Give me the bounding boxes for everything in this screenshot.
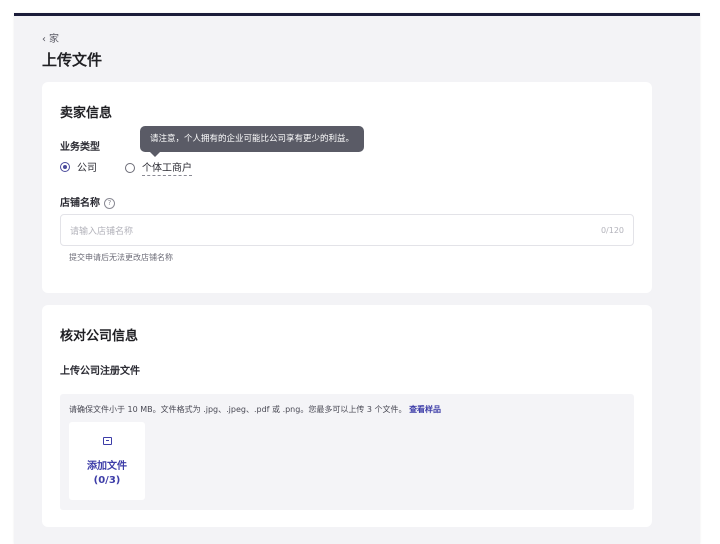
view-sample-link[interactable]: 查看样品 xyxy=(409,405,441,414)
chevron-left-icon: ‹ xyxy=(42,34,46,45)
back-label: 家 xyxy=(49,34,59,45)
upload-label: 上传公司注册文件 xyxy=(60,366,140,377)
upload-area: 请确保文件小于 10 MB。文件格式为 .jpg、.jpeg、.pdf 或 .p… xyxy=(60,394,634,510)
radio-individual-label: 个体工商户 xyxy=(142,159,192,176)
seller-info-title: 卖家信息 xyxy=(60,106,113,121)
business-type-label: 业务类型 xyxy=(60,142,100,153)
help-icon[interactable]: ? xyxy=(104,197,115,209)
individual-business-tooltip: 请注意，个人拥有的企业可能比公司享有更少的利益。 xyxy=(140,126,365,157)
store-name-input[interactable]: 请输入店铺名称 0/120 xyxy=(60,214,634,246)
store-name-hint: 提交申请后无法更改店铺名称 xyxy=(69,253,173,262)
radio-selected-icon xyxy=(60,161,70,172)
upload-note: 请确保文件小于 10 MB。文件格式为 .jpg、.jpeg、.pdf 或 .p… xyxy=(69,404,441,415)
add-file-label: 添加文件 xyxy=(87,460,127,472)
radio-company[interactable]: 公司 xyxy=(60,159,97,174)
upload-note-text: 请确保文件小于 10 MB。文件格式为 .jpg、.jpeg、.pdf 或 .p… xyxy=(69,405,407,414)
radio-company-label: 公司 xyxy=(77,163,97,174)
seller-info-card: 卖家信息 业务类型 请注意，个人拥有的企业可能比公司享有更少的利益。 公司 个体… xyxy=(42,82,652,293)
company-verify-title: 核对公司信息 xyxy=(60,329,139,344)
store-name-label: 店铺名称? xyxy=(60,194,115,209)
page-title: 上传文件 xyxy=(42,51,103,69)
store-name-label-text: 店铺名称 xyxy=(60,198,100,209)
radio-unselected-icon xyxy=(125,162,135,173)
add-file-count: (0/3) xyxy=(93,474,121,486)
char-counter: 0/120 xyxy=(600,225,624,235)
image-icon xyxy=(102,436,112,445)
company-verify-card: 核对公司信息 上传公司注册文件 请确保文件小于 10 MB。文件格式为 .jpg… xyxy=(42,305,652,527)
radio-individual-business[interactable]: 个体工商户 xyxy=(125,159,192,176)
app-frame: ‹ 家 上传文件 卖家信息 业务类型 请注意，个人拥有的企业可能比公司享有更少的利… xyxy=(14,13,700,544)
add-file-button[interactable]: 添加文件 (0/3) xyxy=(69,422,145,500)
back-link[interactable]: ‹ 家 xyxy=(42,30,59,45)
store-name-placeholder: 请输入店铺名称 xyxy=(70,226,134,237)
